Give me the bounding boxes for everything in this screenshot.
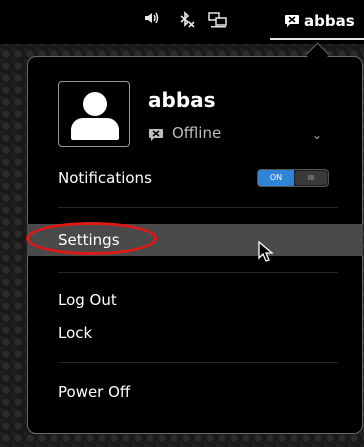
separator: [58, 362, 338, 363]
status-label: Offline: [172, 124, 222, 142]
im-user-offline-icon: [284, 13, 300, 32]
network-icon[interactable]: [208, 11, 228, 33]
separator: [58, 207, 338, 208]
toggle-knob: III: [295, 171, 327, 185]
user-menu-indicator[interactable]: abbas: [270, 6, 364, 40]
chevron-down-icon[interactable]: ⌄: [312, 128, 322, 142]
top-panel: abbas: [0, 0, 364, 44]
notifications-label: Notifications: [58, 169, 152, 187]
notifications-toggle[interactable]: ON III: [257, 169, 329, 187]
logout-menu-item[interactable]: Log Out: [58, 291, 117, 309]
user-avatar-icon[interactable]: [58, 81, 130, 147]
panel-username: abbas: [304, 12, 355, 30]
lock-menu-item[interactable]: Lock: [58, 324, 92, 342]
menu-username: abbas: [148, 88, 216, 112]
annotation-circle: [26, 222, 157, 255]
separator: [58, 272, 338, 273]
mouse-pointer-icon: [258, 240, 274, 267]
bluetooth-icon[interactable]: [178, 11, 196, 33]
toggle-on-label: ON: [258, 170, 294, 186]
power-off-menu-item[interactable]: Power Off: [58, 383, 130, 401]
offline-icon: [148, 127, 164, 146]
volume-icon[interactable]: [144, 11, 162, 29]
